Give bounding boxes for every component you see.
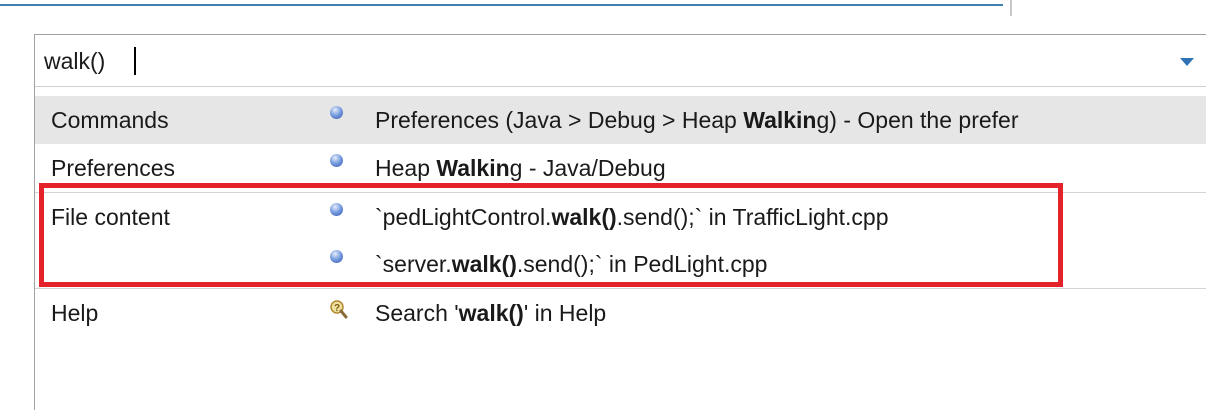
toolbar-separator	[1010, 0, 1012, 16]
category-label: Preferences	[51, 155, 176, 181]
svg-text:?: ?	[334, 303, 340, 314]
text-caret	[134, 47, 136, 75]
editor-tab-border	[0, 0, 1003, 6]
category-label: Help	[51, 300, 99, 326]
result-row-preferences[interactable]: Preferences Heap Walking - Java/Debug	[35, 144, 1206, 192]
file-ball-icon	[330, 250, 343, 263]
preference-ball-icon	[330, 154, 343, 167]
result-label: `pedLightControl.walk().send();` in Traf…	[375, 204, 889, 230]
help-search-icon: ?	[330, 300, 348, 319]
results-list: Commands Preferences (Java > Debug > Hea…	[35, 96, 1206, 336]
file-ball-icon	[330, 203, 343, 216]
result-row-file-content-1[interactable]: File content `pedLightControl.walk().sen…	[35, 192, 1206, 240]
result-label: `server.walk().send();` in PedLight.cpp	[375, 251, 768, 277]
dropdown-arrow-icon[interactable]	[1180, 58, 1194, 66]
result-row-help[interactable]: Help ? Search 'walk()' in Help	[35, 288, 1206, 336]
search-input[interactable]	[44, 45, 1144, 77]
result-label: Preferences (Java > Debug > Heap Walking…	[375, 107, 1019, 133]
result-row-file-content-2[interactable]: `server.walk().send();` in PedLight.cpp	[35, 240, 1206, 288]
category-label: File content	[51, 204, 170, 230]
preference-ball-icon	[330, 106, 343, 119]
quick-access-popup: Commands Preferences (Java > Debug > Hea…	[34, 34, 1206, 410]
result-label: Search 'walk()' in Help	[375, 300, 607, 326]
search-row	[35, 35, 1206, 87]
result-row-commands[interactable]: Commands Preferences (Java > Debug > Hea…	[35, 96, 1206, 144]
category-label: Commands	[51, 107, 169, 133]
result-label: Heap Walking - Java/Debug	[375, 155, 666, 181]
